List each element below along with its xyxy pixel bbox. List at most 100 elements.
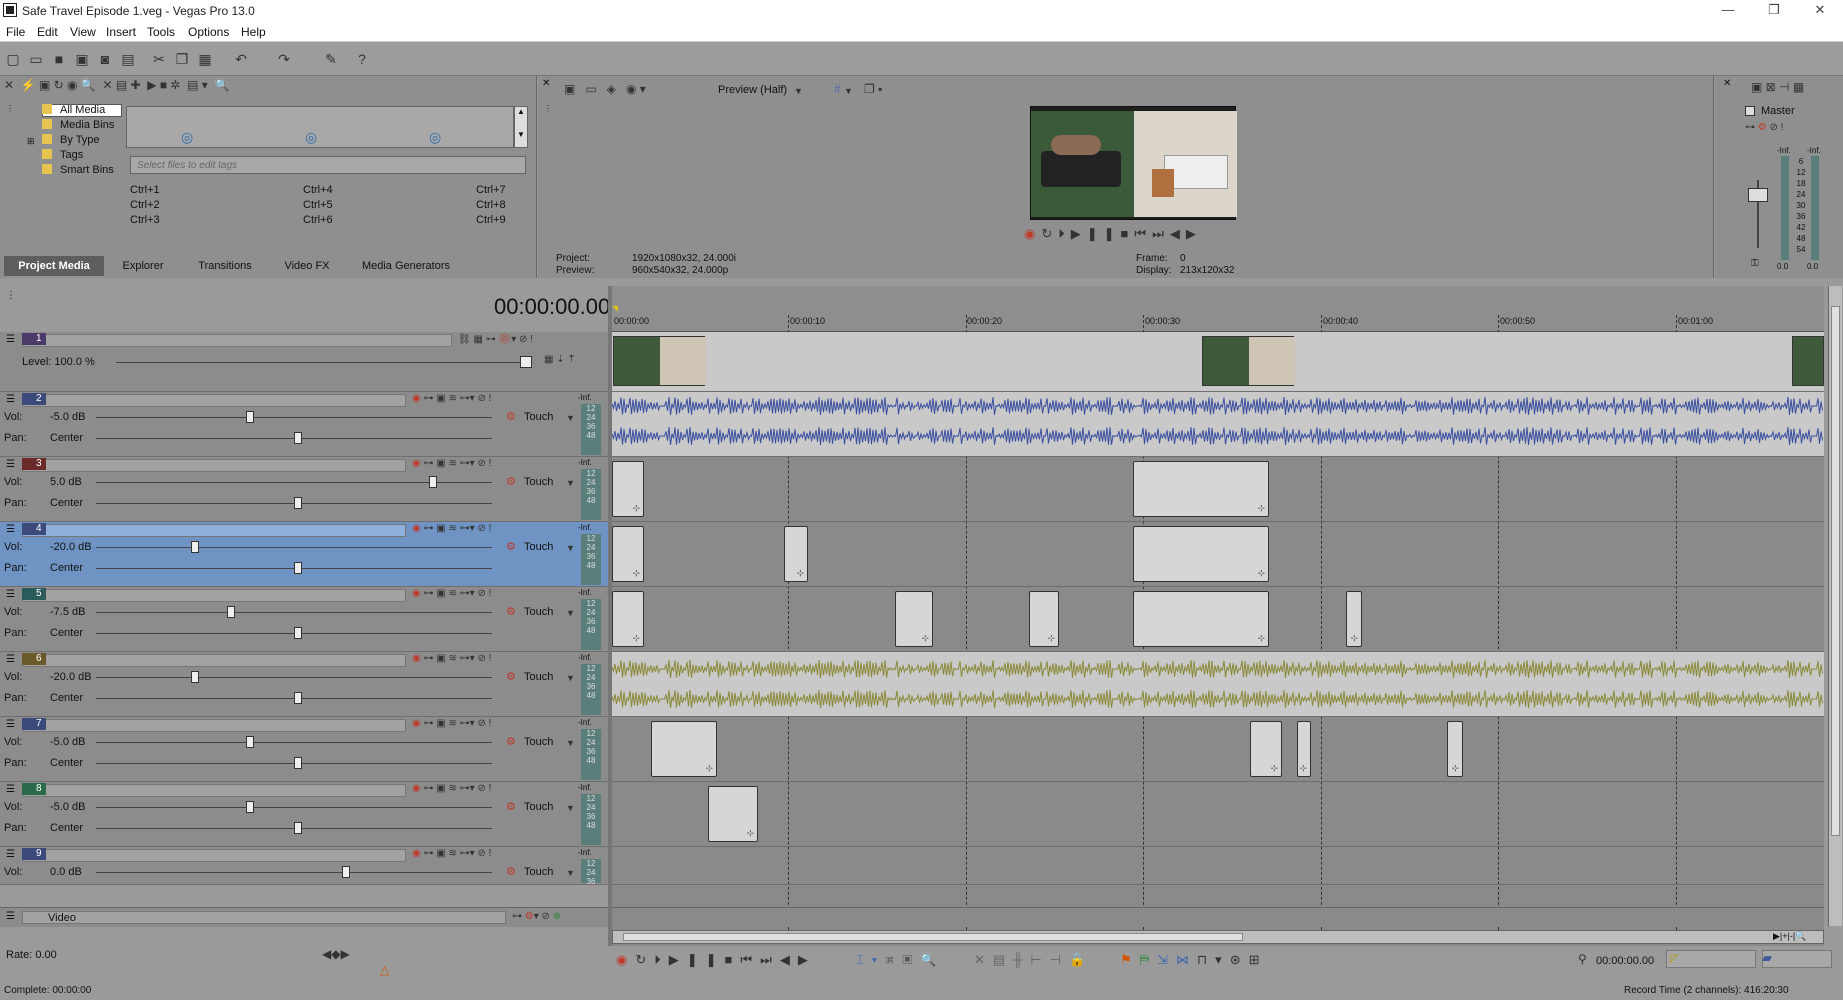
- trim-start-icon[interactable]: ⊢: [1030, 952, 1049, 967]
- level-slider[interactable]: [520, 356, 532, 368]
- chevron-down-icon[interactable]: ▼: [844, 86, 853, 96]
- envelope-tool-icon[interactable]: ⌘: [885, 952, 902, 967]
- automation-mode[interactable]: Touch: [524, 476, 553, 488]
- audio-track-header[interactable]: ☰ 3 ◉ ⊶ ▣ ≋ ⊶▾ ⊘ ! Vol: 5.0 dB ⚙ Touch ▼…: [0, 457, 608, 522]
- audio-track-icons[interactable]: ◉ ⊶ ▣ ≋ ⊶▾ ⊘ !: [412, 588, 491, 599]
- clip-fx-icon[interactable]: ⊹: [632, 568, 640, 579]
- pan-slider[interactable]: [294, 562, 302, 574]
- audio-clip[interactable]: ⊹: [1447, 721, 1463, 777]
- menu-options[interactable]: Options: [188, 25, 229, 39]
- media-file-icon[interactable]: ◎: [305, 129, 317, 146]
- copy-snapshot-icon[interactable]: ❐ ▪: [864, 82, 882, 96]
- preview-quality-dropdown[interactable]: Preview (Half): [718, 84, 787, 96]
- automation-mode[interactable]: Touch: [524, 541, 553, 553]
- ripple-icon[interactable]: ⊓▾: [1197, 952, 1230, 967]
- clip-fx-icon[interactable]: ⊹: [796, 568, 804, 579]
- delete-icon[interactable]: ✕: [974, 952, 993, 967]
- audio-clip[interactable]: ⊹: [1133, 591, 1269, 647]
- clip-fx-icon[interactable]: ⊹: [705, 763, 713, 774]
- menu-file[interactable]: File: [6, 25, 25, 39]
- pause-icon[interactable]: ❚❚: [1087, 226, 1121, 241]
- play-icon[interactable]: ▶: [1071, 226, 1087, 241]
- video-bus-header[interactable]: ☰ Video ⊶ ⚙▾ ⊘ ⊕: [0, 907, 608, 927]
- video-clip[interactable]: [613, 336, 706, 386]
- auto-crossfade-icon[interactable]: ⋈: [1176, 952, 1197, 967]
- audio-clip[interactable]: ⊹: [651, 721, 717, 777]
- tree-smart-bins[interactable]: Smart Bins: [60, 164, 114, 176]
- redo-icon[interactable]: ↷: [275, 50, 293, 68]
- collapse-icon[interactable]: ☰: [6, 911, 15, 922]
- volume-slider[interactable]: [227, 606, 235, 618]
- pause-icon[interactable]: ❚❚: [687, 952, 725, 967]
- loop-icon[interactable]: ↻: [635, 952, 654, 967]
- properties-icon[interactable]: ▤: [119, 50, 137, 68]
- timecode-display[interactable]: 00:00:00.00: [494, 294, 610, 320]
- audio-track-icons[interactable]: ◉ ⊶ ▣ ≋ ⊶▾ ⊘ !: [412, 653, 491, 664]
- clip-fx-icon[interactable]: ⊹: [1270, 763, 1278, 774]
- collapse-icon[interactable]: ☰: [6, 719, 15, 730]
- ignore-grouping-icon[interactable]: ⊞: [1249, 952, 1268, 967]
- panel-close-icon[interactable]: ✕: [542, 78, 550, 89]
- panel-close-icon[interactable]: ✕: [1723, 78, 1731, 89]
- automation-mode[interactable]: Touch: [524, 801, 553, 813]
- clip-fx-icon[interactable]: ⊹: [1257, 633, 1265, 644]
- audio-track-header[interactable]: ☰ 8 ◉ ⊶ ▣ ≋ ⊶▾ ⊘ ! Vol: -5.0 dB ⚙ Touch …: [0, 782, 608, 847]
- video-track-icons[interactable]: ⛓ ▦ ⊶ ⚙▾ ⊘ !: [458, 334, 533, 345]
- menu-edit[interactable]: Edit: [37, 25, 58, 39]
- prev-frame-icon[interactable]: ◀: [780, 952, 798, 967]
- save-as-icon[interactable]: ▣: [73, 50, 91, 68]
- clip-fx-icon[interactable]: ⊹: [1451, 763, 1459, 774]
- pan-slider[interactable]: [294, 822, 302, 834]
- media-file-icon[interactable]: ◎: [181, 129, 193, 146]
- menu-insert[interactable]: Insert: [106, 25, 136, 39]
- clip-fx-icon[interactable]: ⊹: [1350, 633, 1358, 644]
- chevron-down-icon[interactable]: ▼: [566, 608, 575, 618]
- video-motion-icons[interactable]: ▦ ⇣ ⇡: [544, 354, 576, 365]
- shortcut-slot[interactable]: Ctrl+1: [130, 184, 160, 196]
- audio-track-icons[interactable]: ◉ ⊶ ▣ ≋ ⊶▾ ⊘ !: [412, 718, 491, 729]
- tree-by-type[interactable]: By Type: [60, 134, 100, 146]
- expand-icon[interactable]: ⊞: [27, 136, 35, 147]
- lock-envelopes-icon[interactable]: ⊛: [1230, 952, 1249, 967]
- tab-video-fx[interactable]: Video FX: [272, 256, 342, 276]
- volume-slider[interactable]: [191, 671, 199, 683]
- grip-icon[interactable]: ⋮: [6, 104, 14, 113]
- render-icon[interactable]: ◙: [96, 50, 114, 68]
- chevron-down-icon[interactable]: ▼: [566, 738, 575, 748]
- audio-track-header[interactable]: ☰ 7 ◉ ⊶ ▣ ≋ ⊶▾ ⊘ ! Vol: -5.0 dB ⚙ Touch …: [0, 717, 608, 782]
- menu-help[interactable]: Help: [241, 25, 266, 39]
- help-icon[interactable]: ?: [353, 50, 371, 68]
- volume-slider[interactable]: [246, 411, 254, 423]
- video-clip[interactable]: [1792, 336, 1824, 386]
- chevron-down-icon[interactable]: ▼: [566, 803, 575, 813]
- audio-clip[interactable]: ⊹: [1346, 591, 1362, 647]
- volume-slider[interactable]: [246, 801, 254, 813]
- tab-project-media[interactable]: Project Media: [4, 256, 104, 276]
- save-icon[interactable]: ■: [50, 50, 68, 68]
- next-frame-icon[interactable]: ▶: [1186, 226, 1202, 241]
- video-bus-icons[interactable]: ⊶ ⚙▾ ⊘ ⊕: [512, 911, 561, 922]
- go-start-icon[interactable]: ⏮: [740, 952, 760, 967]
- audio-track-icons[interactable]: ◉ ⊶ ▣ ≋ ⊶▾ ⊘ !: [412, 458, 491, 469]
- tab-media-generators[interactable]: Media Generators: [350, 256, 462, 276]
- pan-slider[interactable]: [294, 432, 302, 444]
- master-fader[interactable]: [1748, 188, 1768, 202]
- collapse-icon[interactable]: ☰: [6, 654, 15, 665]
- clip-fx-icon[interactable]: ⊹: [1257, 503, 1265, 514]
- render-as-icon[interactable]: ✎: [322, 50, 340, 68]
- audio-clip[interactable]: ⊹: [1133, 461, 1269, 517]
- selection-length-field[interactable]: [1666, 950, 1756, 968]
- go-start-icon[interactable]: ⏮: [1134, 226, 1152, 241]
- restore-button[interactable]: ❐: [1751, 0, 1797, 22]
- shortcut-slot[interactable]: Ctrl+3: [130, 214, 160, 226]
- tree-all-media[interactable]: All Media: [60, 104, 105, 116]
- clip-fx-icon[interactable]: ⊹: [746, 828, 754, 839]
- audio-track-icons[interactable]: ◉ ⊶ ▣ ≋ ⊶▾ ⊘ !: [412, 393, 491, 404]
- prev-frame-icon[interactable]: ◀: [1170, 226, 1186, 241]
- automation-mode[interactable]: Touch: [524, 411, 553, 423]
- collapse-icon[interactable]: ☰: [6, 524, 15, 535]
- media-scrollbar[interactable]: ▲ ▼: [514, 106, 528, 148]
- scroll-thumb[interactable]: [623, 933, 1243, 941]
- tree-tags[interactable]: Tags: [60, 149, 83, 161]
- record-icon[interactable]: ◉: [1024, 226, 1041, 241]
